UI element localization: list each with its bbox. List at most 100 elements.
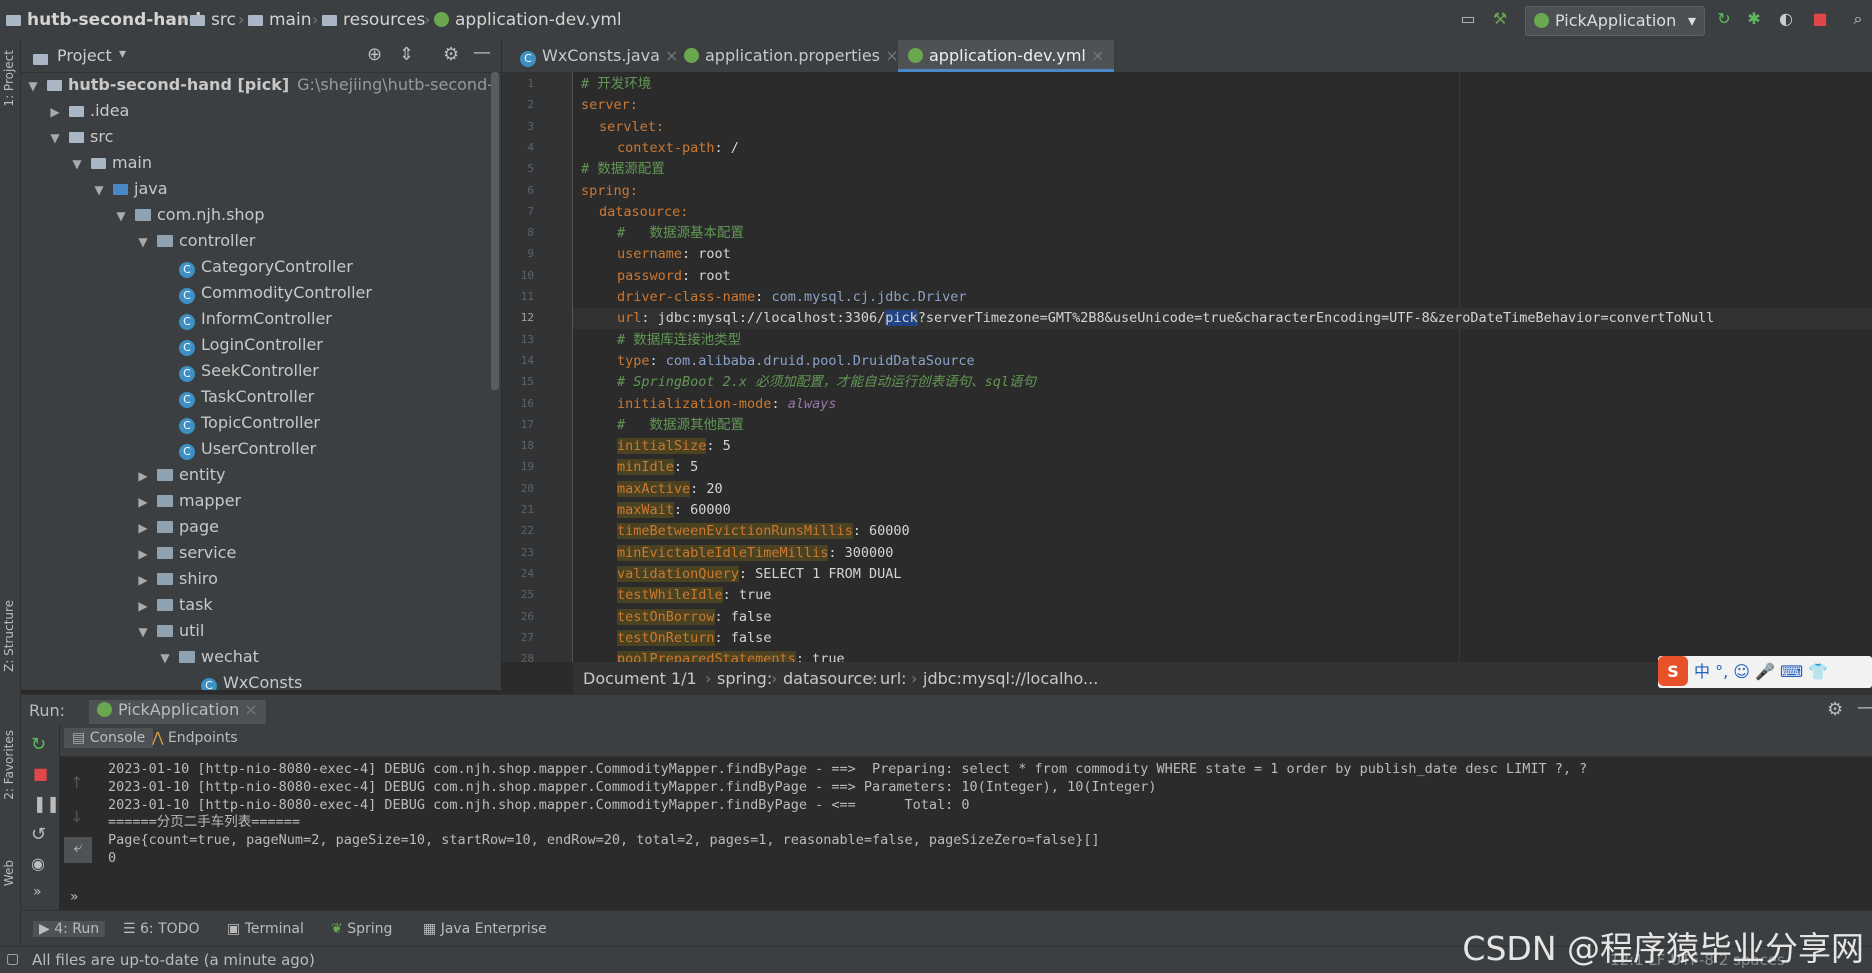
breadcrumb-url[interactable]: url:: [880, 669, 907, 688]
code-line[interactable]: initialization-mode: always: [617, 394, 836, 415]
tab-console[interactable]: ▤ Console: [64, 728, 154, 748]
run-config-select[interactable]: PickApplication ▾: [1525, 6, 1705, 36]
expanded-arrow-icon[interactable]: ▼: [69, 151, 85, 177]
collapsed-arrow-icon[interactable]: ▶: [135, 593, 151, 619]
code-line[interactable]: # 数据源其他配置: [617, 415, 744, 436]
status-toggle-icon[interactable]: ▢: [6, 951, 19, 967]
tree-item[interactable]: ▶ .idea: [47, 98, 129, 124]
breadcrumb-resources[interactable]: resources: [322, 10, 425, 30]
tree-item[interactable]: ▼ java: [91, 176, 167, 203]
code-line[interactable]: type: com.alibaba.druid.pool.DruidDataSo…: [617, 351, 975, 372]
favorites-tool-tab[interactable]: 2: Favorites: [2, 730, 16, 800]
tool-tab-todo[interactable]: ☰ 6: TODO: [123, 921, 199, 937]
coverage-shield-icon[interactable]: ◐: [1776, 9, 1796, 29]
code-line[interactable]: minIdle: 5: [617, 457, 698, 478]
search-icon[interactable]: ⌕: [1848, 9, 1868, 29]
tree-item[interactable]: C LoginController: [157, 332, 323, 358]
close-icon[interactable]: ×: [1091, 46, 1104, 65]
tree-item[interactable]: C CategoryController: [157, 254, 353, 280]
code-line[interactable]: context-path: /: [617, 138, 739, 159]
tree-item[interactable]: C TaskController: [157, 384, 314, 410]
stop-icon[interactable]: ■: [33, 764, 48, 783]
tree-item[interactable]: ▼ wechat: [157, 644, 259, 670]
project-scrollbar[interactable]: [491, 72, 499, 390]
code-line[interactable]: driver-class-name: com.mysql.cj.jdbc.Dri…: [617, 287, 967, 308]
code-line[interactable]: spring:: [581, 181, 638, 202]
hide-panel-icon[interactable]: —: [473, 42, 491, 63]
more-icon[interactable]: »: [70, 889, 79, 905]
tab-endpoints[interactable]: ⋀ Endpoints: [152, 730, 238, 746]
code-line[interactable]: # 开发环境: [581, 74, 651, 95]
code-line[interactable]: testOnBorrow: false: [617, 607, 771, 628]
tool-tab-terminal[interactable]: ▣ Terminal: [227, 921, 304, 937]
tree-item[interactable]: C InformController: [157, 306, 332, 332]
tree-item[interactable]: ▶ entity: [135, 462, 225, 488]
collapsed-arrow-icon[interactable]: ▶: [135, 489, 151, 515]
tool-tab-spring[interactable]: ❦ Spring: [331, 921, 392, 937]
tool-tab-run[interactable]: ▶ 4: Run: [33, 921, 106, 937]
tree-item[interactable]: C WxConsts: [179, 670, 302, 690]
tree-item[interactable]: ▼ util: [135, 618, 204, 644]
breadcrumb-datasource[interactable]: datasource:: [783, 669, 878, 688]
code-line[interactable]: minEvictableIdleTimeMillis: 300000: [617, 543, 893, 564]
breadcrumb-file[interactable]: application-dev.yml: [434, 10, 622, 30]
expanded-arrow-icon[interactable]: ▼: [25, 73, 41, 99]
pause-icon[interactable]: ❚❚: [33, 794, 60, 813]
breadcrumb-spring[interactable]: spring:: [717, 669, 772, 688]
code-line[interactable]: initialSize: 5: [617, 436, 731, 457]
tree-item[interactable]: ▼ main: [69, 150, 152, 176]
code-line[interactable]: maxWait: 60000: [617, 500, 731, 521]
code-line[interactable]: # 数据库连接池类型: [617, 330, 741, 351]
structure-tool-tab[interactable]: Z: Structure: [2, 600, 16, 672]
code-line[interactable]: # 数据源基本配置: [617, 223, 744, 244]
gear-icon[interactable]: ⚙: [1827, 699, 1843, 720]
more-icon[interactable]: »: [33, 884, 42, 900]
tab-application-properties[interactable]: application.properties ×: [674, 40, 909, 72]
tree-item[interactable]: ▶ task: [135, 592, 212, 619]
collapsed-arrow-icon[interactable]: ▶: [135, 541, 151, 567]
build-layout-icon[interactable]: ▭: [1458, 9, 1478, 29]
code-line[interactable]: poolPreparedStatements: true: [617, 649, 845, 662]
close-icon[interactable]: ×: [244, 700, 257, 719]
tree-item[interactable]: C SeekController: [157, 358, 319, 384]
code-editor[interactable]: # 开发环境 server: servlet: context-path: / # 数据…: [573, 72, 1872, 662]
stop-icon[interactable]: ■: [1810, 9, 1830, 29]
tree-item[interactable]: ▶ shiro: [135, 566, 218, 592]
camera-icon[interactable]: ◉: [31, 854, 45, 873]
breadcrumb-src[interactable]: src: [190, 10, 236, 30]
rerun-icon[interactable]: ↻: [1714, 9, 1734, 29]
collapsed-arrow-icon[interactable]: ▶: [47, 99, 63, 125]
web-tool-tab[interactable]: Web: [2, 860, 16, 886]
tree-item[interactable]: ▼ hutb-second-hand [pick] G:\shejiing\hutb…: [25, 72, 491, 98]
chevron-down-icon[interactable]: ▾: [119, 46, 126, 62]
restore-icon[interactable]: ↺: [31, 824, 46, 845]
soft-wrap-icon[interactable]: ⤶: [64, 837, 92, 863]
collapsed-arrow-icon[interactable]: ▶: [135, 567, 151, 593]
build-hammer-icon[interactable]: ⚒: [1490, 9, 1510, 29]
tree-item[interactable]: C CommodityController: [157, 280, 372, 306]
project-view-select[interactable]: Project: [57, 46, 112, 65]
expanded-arrow-icon[interactable]: ▼: [157, 645, 173, 671]
code-line[interactable]: datasource:: [599, 202, 688, 223]
close-icon[interactable]: ×: [885, 46, 898, 65]
tree-item[interactable]: C UserController: [157, 436, 316, 462]
rerun-icon[interactable]: ↻: [31, 734, 46, 755]
collapsed-arrow-icon[interactable]: ▶: [135, 515, 151, 541]
tool-tab-java-enterprise[interactable]: ▦ Java Enterprise: [423, 921, 547, 937]
code-line[interactable]: username: root: [617, 244, 731, 265]
run-tab-pickapplication[interactable]: PickApplication ×: [89, 700, 266, 724]
down-arrow-icon[interactable]: ↓: [70, 807, 83, 826]
code-line[interactable]: validationQuery: SELECT 1 FROM DUAL: [617, 564, 901, 585]
tree-item[interactable]: ▶ service: [135, 540, 236, 566]
tree-item[interactable]: ▼ src: [47, 124, 113, 150]
tree-item[interactable]: ▶ page: [135, 514, 219, 540]
code-line[interactable]: # 数据源配置: [581, 159, 665, 180]
tree-item[interactable]: ▼ com.njh.shop: [113, 202, 264, 228]
tree-item[interactable]: ▼ controller: [135, 228, 255, 254]
expanded-arrow-icon[interactable]: ▼: [91, 177, 107, 203]
code-line[interactable]: url: jdbc:mysql://localhost:3306/pick?se…: [617, 308, 1714, 329]
code-line[interactable]: password: root: [617, 266, 731, 287]
expanded-arrow-icon[interactable]: ▼: [135, 229, 151, 255]
tab-application-dev-yml[interactable]: application-dev.yml ×: [898, 40, 1115, 72]
ime-toolbar[interactable]: S中 °, ☺ 🎤 ⌨ 👕: [1658, 656, 1872, 688]
